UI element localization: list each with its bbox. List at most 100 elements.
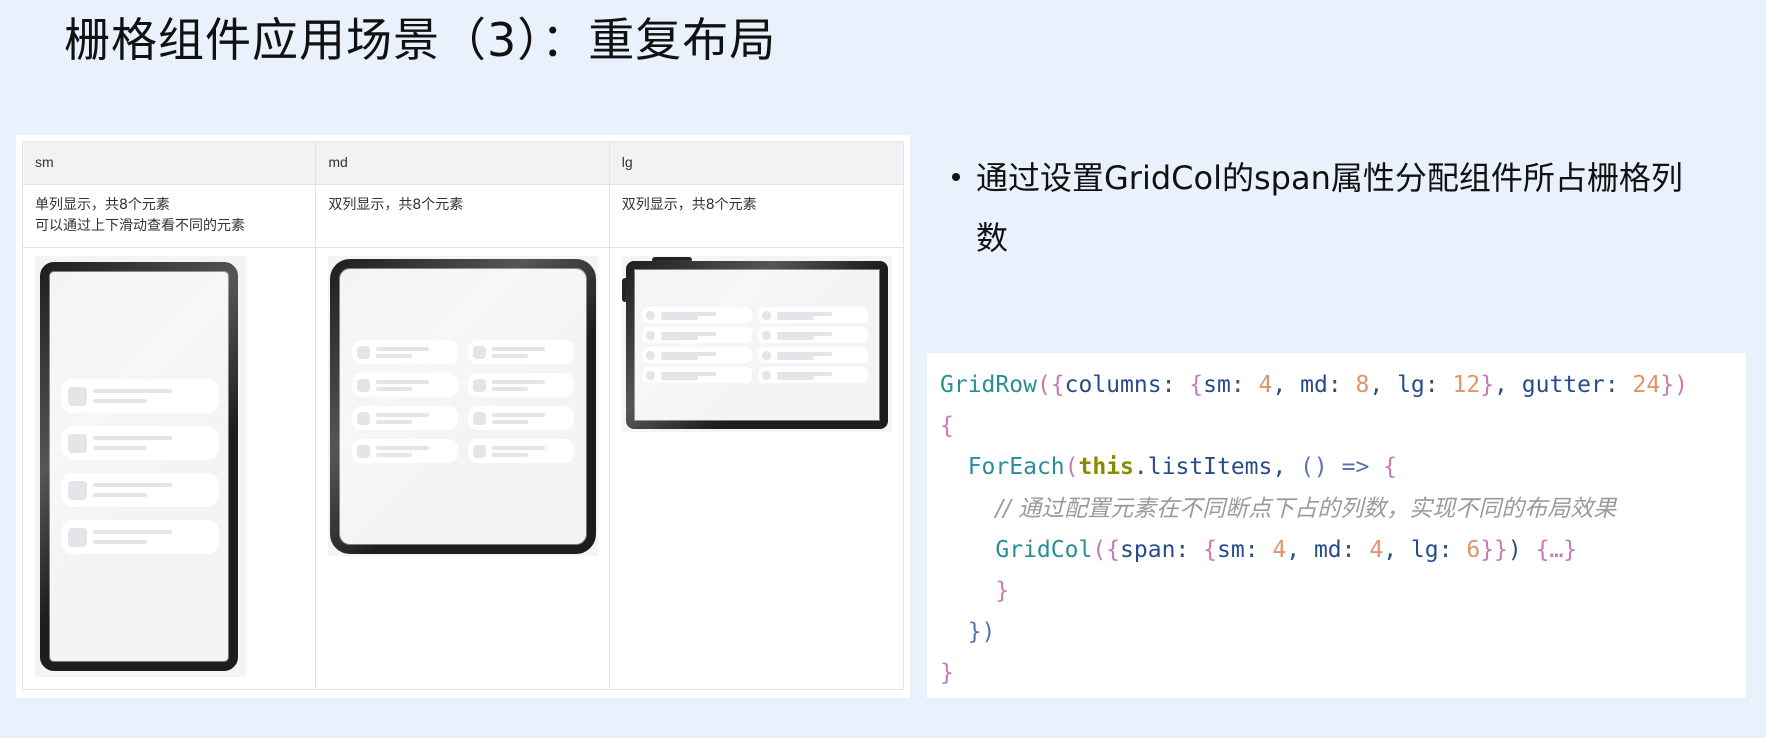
code-token: ,: [1272, 372, 1301, 398]
item-sub-line: [776, 356, 814, 360]
item-title-line: [93, 389, 172, 393]
item-sub-line: [376, 354, 413, 358]
item-sub-line: [93, 399, 147, 403]
code-token: {: [1203, 536, 1217, 563]
code-token: ,: [1369, 372, 1398, 398]
phone-frame: [35, 256, 246, 677]
item-sub-line: [376, 453, 413, 457]
code-token: 24: [1632, 372, 1661, 398]
code-token: lg: [1410, 536, 1439, 563]
code-token: }: [1480, 372, 1495, 398]
table-row-description: 单列显示，共8个元素 可以通过上下滑动查看不同的元素 双列显示，共8个元素 双列…: [21, 184, 905, 248]
item-thumbnail: [761, 351, 771, 360]
item-thumbnail: [68, 387, 87, 406]
code-block: GridRow({columns: {sm: 4, md: 8, lg: 12}…: [927, 353, 1746, 698]
code-token: :: [1244, 536, 1273, 563]
list-item: [641, 347, 752, 363]
code-token: columns: [1064, 372, 1162, 398]
list-item: [352, 439, 459, 463]
list-item: [757, 347, 868, 363]
item-thumbnail: [357, 379, 371, 392]
code-token: :: [1327, 372, 1356, 398]
code-token: sm: [1216, 536, 1245, 563]
tablet-device: [624, 260, 889, 430]
desc-sm-line-1: 单列显示，共8个元素: [35, 197, 170, 213]
foldable-frame: [328, 256, 599, 556]
item-sub-line: [376, 420, 413, 424]
item-title-line: [376, 413, 430, 417]
list-item: [61, 379, 219, 413]
code-token: :: [1424, 372, 1453, 398]
header-lg: lg: [608, 141, 905, 185]
code-token: ({: [1092, 536, 1121, 563]
slide-title: 栅格组件应用场景（3）：重复布局: [64, 13, 777, 67]
code-token: :: [1341, 536, 1370, 563]
breakpoint-table-card: sm md lg 单列显示，共8个元素 可以通过上下滑动查看不同的元素 双列显示…: [16, 135, 910, 698]
item-thumbnail: [645, 371, 655, 380]
code-token: {: [1189, 372, 1204, 398]
item-sub-line: [93, 446, 147, 450]
item-thumbnail: [473, 412, 487, 425]
list-item: [757, 327, 868, 343]
item-sub-line: [492, 453, 529, 457]
item-sub-line: [660, 376, 698, 380]
item-thumbnail: [645, 331, 655, 340]
list-item: [757, 367, 868, 383]
item-thumbnail: [68, 481, 87, 500]
code-token: this: [1078, 454, 1134, 481]
item-sub-line: [660, 316, 698, 320]
breakpoint-table: sm md lg 单列显示，共8个元素 可以通过上下滑动查看不同的元素 双列显示…: [21, 141, 905, 690]
item-title-line: [492, 446, 546, 450]
code-token: ForEach: [967, 454, 1065, 481]
item-sub-line: [776, 336, 814, 340]
code-token: 4: [1258, 372, 1273, 398]
item-thumbnail: [357, 346, 371, 359]
code-token: :: [1438, 536, 1467, 563]
code-line: GridCol({span: {sm: 4, md: 4, lg: 6}}) {…: [940, 530, 1746, 571]
code-line: // 通过配置元素在不同断点下占的列数，实现不同的布局效果: [940, 489, 1746, 530]
code-token: span: [1120, 536, 1176, 563]
code-token: 4: [1369, 536, 1384, 563]
item-sub-line: [376, 387, 413, 391]
list-item: [641, 307, 752, 323]
desc-md-line-1: 双列显示，共8个元素: [328, 197, 464, 213]
code-token: ,: [1286, 536, 1314, 563]
item-title-line: [93, 436, 172, 440]
list-item: [61, 426, 219, 460]
item-sub-line: [93, 493, 147, 497]
code-token: () =>: [1300, 454, 1384, 481]
illus-lg: [608, 247, 905, 690]
code-token: GridCol: [995, 536, 1093, 563]
table-header-row: sm md lg: [21, 141, 905, 185]
code-line: {: [940, 406, 1746, 447]
list-item: [352, 340, 459, 364]
list-item: [352, 373, 459, 397]
list-item: [468, 373, 575, 397]
code-token: :: [1230, 372, 1259, 398]
code-token: GridRow: [940, 372, 1037, 398]
code-token: ,: [1383, 536, 1411, 563]
code-token: ): [1507, 536, 1536, 563]
code-token: }: [995, 577, 1010, 604]
code-token: :: [1604, 372, 1633, 398]
code-token: 6: [1466, 536, 1481, 563]
code-token: .: [1133, 454, 1148, 481]
item-sub-line: [492, 387, 529, 391]
code-line: }: [940, 571, 1746, 612]
list-item: [757, 307, 868, 323]
code-lines: GridRow({columns: {sm: 4, md: 8, lg: 12}…: [940, 365, 1746, 695]
item-thumbnail: [761, 371, 771, 380]
item-sub-line: [776, 316, 814, 320]
code-token: {: [940, 413, 954, 440]
list-item: [468, 340, 575, 364]
item-title-line: [492, 347, 546, 351]
list-item: [61, 520, 219, 554]
code-token: sm: [1203, 372, 1231, 398]
code-line: GridRow({columns: {sm: 4, md: 8, lg: 12}…: [940, 365, 1746, 406]
item-title-line: [376, 347, 430, 351]
item-title-line: [93, 530, 172, 534]
item-sub-line: [492, 354, 529, 358]
item-title-line: [376, 446, 430, 450]
